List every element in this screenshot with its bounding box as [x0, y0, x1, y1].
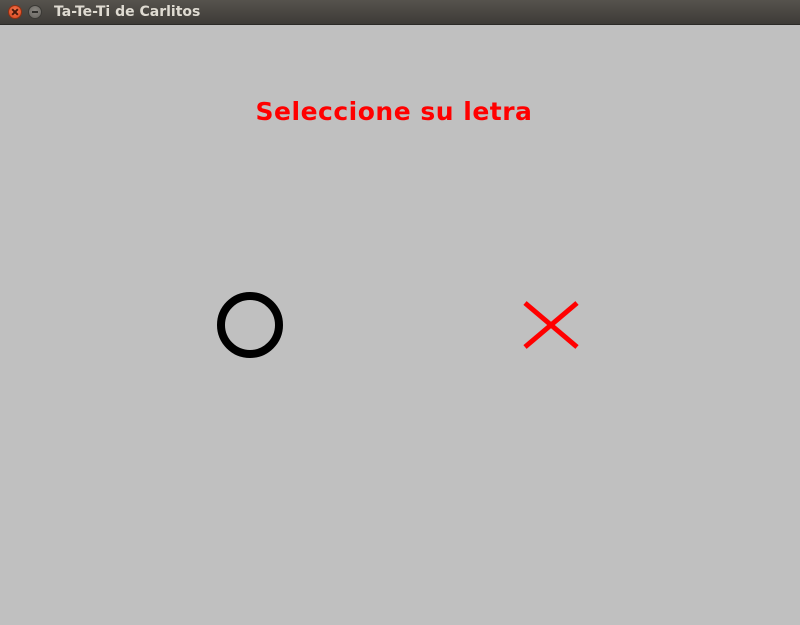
minimize-window-button[interactable]: [28, 5, 42, 19]
app-window: Ta-Te-Ti de Carlitos Seleccione su letra: [0, 0, 800, 625]
title-bar[interactable]: Ta-Te-Ti de Carlitos: [0, 0, 800, 25]
cross-x-icon: [523, 301, 579, 349]
circle-o-icon: [217, 292, 283, 358]
close-window-button[interactable]: [8, 5, 22, 19]
window-title: Ta-Te-Ti de Carlitos: [54, 4, 201, 20]
game-canvas: Seleccione su letra: [0, 25, 800, 625]
select-o-button[interactable]: [214, 289, 286, 361]
select-letter-prompt: Seleccione su letra: [255, 97, 533, 126]
select-x-button[interactable]: [520, 299, 582, 351]
